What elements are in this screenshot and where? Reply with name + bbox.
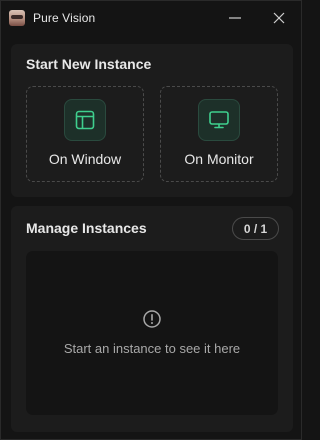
on-monitor-label: On Monitor xyxy=(184,151,254,167)
instances-empty-state: Start an instance to see it here xyxy=(26,251,278,415)
instance-count-badge: 0 / 1 xyxy=(232,217,279,240)
on-window-label: On Window xyxy=(48,151,122,167)
window-layout-icon xyxy=(64,99,106,141)
manage-instances-panel: Manage Instances 0 / 1 Start an instance… xyxy=(11,206,293,432)
minimize-button[interactable] xyxy=(213,1,257,35)
minimize-icon xyxy=(229,17,241,19)
window-controls xyxy=(213,1,301,35)
window-title: Pure Vision xyxy=(33,11,96,25)
start-instance-heading: Start New Instance xyxy=(26,56,152,72)
app-logo-icon xyxy=(9,10,25,26)
close-button[interactable] xyxy=(257,1,301,35)
title-bar[interactable]: Pure Vision xyxy=(1,1,301,35)
close-icon xyxy=(273,12,285,24)
alert-circle-icon xyxy=(143,310,161,328)
manage-instances-heading: Manage Instances xyxy=(26,220,147,236)
monitor-icon xyxy=(198,99,240,141)
empty-state-message: Start an instance to see it here xyxy=(63,341,241,356)
on-monitor-button[interactable]: On Monitor xyxy=(160,86,278,182)
app-window: Pure Vision Start New Instance On Window… xyxy=(0,0,302,440)
start-instance-panel: Start New Instance On Window On Monitor xyxy=(11,44,293,197)
on-window-button[interactable]: On Window xyxy=(26,86,144,182)
